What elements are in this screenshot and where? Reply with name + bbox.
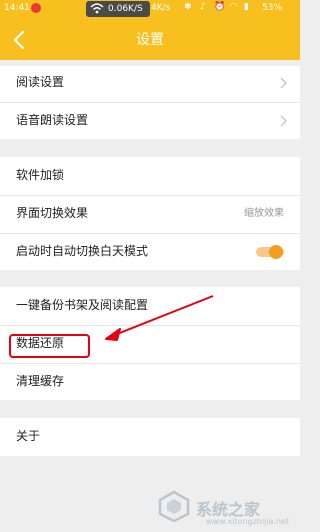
divider <box>0 102 300 103</box>
divider <box>0 233 300 234</box>
status-bar: 14:41 0.06K/S 4K/s ✱ ♪ ⏰ ◠ ▮ 53% <box>0 0 300 18</box>
network-speed-secondary: 4K/s <box>151 3 171 13</box>
reading-settings-label: 阅读设置 <box>16 75 65 89</box>
backup-item[interactable]: 一键备份书架及阅读配置 <box>0 289 300 322</box>
general-settings-group: 软件加锁 界面切换效果 缩放效果 启动时自动切换白天模式 <box>0 157 300 270</box>
watermark-logo <box>158 490 190 523</box>
reading-settings-group: 阅读设置 语音朗读设置 <box>0 66 300 139</box>
divider <box>0 195 300 196</box>
status-icons: ✱ ♪ ⏰ ◠ ▮ <box>184 2 264 16</box>
top-app-bar: 14:41 0.06K/S 4K/s ✱ ♪ ⏰ ◠ ▮ 53% 设置 <box>0 0 300 60</box>
reading-settings-item[interactable]: 阅读设置 <box>0 66 300 99</box>
chevron-right-icon <box>280 77 287 89</box>
wifi-icon <box>90 3 104 14</box>
about-item[interactable]: 关于 <box>0 420 300 453</box>
auto-day-mode-toggle[interactable] <box>256 245 284 259</box>
software-lock-label: 软件加锁 <box>16 168 65 182</box>
mute-icon: ♪ <box>200 2 206 12</box>
status-time: 14:41 <box>4 3 30 13</box>
transition-effect-label: 界面切换效果 <box>16 206 89 220</box>
about-group: 关于 <box>0 418 300 456</box>
chevron-right-icon <box>280 115 287 127</box>
divider <box>0 363 300 364</box>
about-label: 关于 <box>16 429 41 443</box>
alarm-icon: ⏰ <box>214 2 226 12</box>
network-speed: 0.06K/S <box>108 4 143 14</box>
battery-percent: 53% <box>262 3 283 13</box>
page-title: 设置 <box>136 32 164 48</box>
network-speed-pill: 0.06K/S <box>86 1 150 17</box>
clear-cache-label: 清理缓存 <box>16 374 65 388</box>
transition-effect-value: 缩放效果 <box>244 208 284 219</box>
voice-reading-settings-label: 语音朗读设置 <box>16 113 89 127</box>
signal-icon: ▮ <box>244 2 249 12</box>
highlight-box <box>9 334 90 358</box>
voice-reading-settings-item[interactable]: 语音朗读设置 <box>0 104 300 137</box>
auto-day-mode-item: 启动时自动切换白天模式 <box>0 235 300 268</box>
watermark-url: www.xitongzhijia.net <box>206 517 290 526</box>
notification-app-icon <box>31 3 41 13</box>
clear-cache-item[interactable]: 清理缓存 <box>0 365 300 398</box>
backup-label: 一键备份书架及阅读配置 <box>16 298 149 312</box>
wifi-status-icon: ◠ <box>230 2 238 12</box>
bluetooth-icon: ✱ <box>184 2 192 12</box>
auto-day-mode-label: 启动时自动切换白天模式 <box>16 244 149 258</box>
software-lock-item[interactable]: 软件加锁 <box>0 159 300 192</box>
divider <box>0 325 300 326</box>
transition-effect-item[interactable]: 界面切换效果 缩放效果 <box>0 197 300 230</box>
